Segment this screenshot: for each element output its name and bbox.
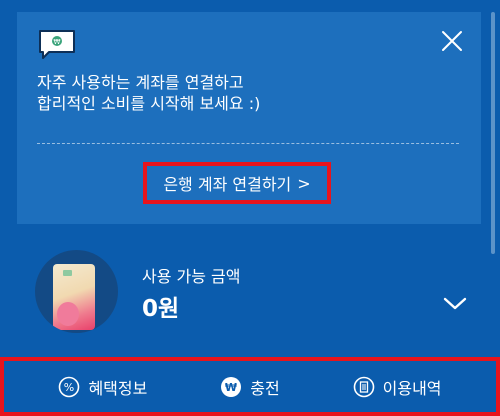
available-balance-amount: 0원 bbox=[142, 296, 180, 322]
card-image bbox=[53, 264, 95, 330]
nav-history-label: 이용내역 bbox=[382, 378, 442, 398]
nav-history[interactable]: 이용내역 bbox=[353, 375, 442, 399]
card-decoration bbox=[57, 302, 79, 326]
nav-charge[interactable]: ₩ 충전 bbox=[220, 375, 280, 399]
won-icon: ₩ bbox=[221, 376, 242, 397]
dashed-divider bbox=[37, 143, 459, 144]
bottom-navigation: % 혜택정보 ₩ 충전 이용내역 bbox=[0, 357, 500, 416]
banner-message-line-2: 합리적인 소비를 시작해 보세요 :) bbox=[37, 94, 261, 113]
nav-benefits-label: 혜택정보 bbox=[88, 378, 148, 398]
banner-message: 자주 사용하는 계좌를 연결하고 합리적인 소비를 시작해 보세요 :) bbox=[37, 72, 260, 114]
chat-bubble-icon: ₩ bbox=[39, 30, 75, 59]
scrollbar[interactable] bbox=[491, 12, 495, 254]
close-icon[interactable] bbox=[441, 30, 463, 52]
connect-bank-account-label: 은행 계좌 연결하기 bbox=[163, 175, 292, 194]
svg-text:₩: ₩ bbox=[225, 381, 237, 394]
banner-message-line-1: 자주 사용하는 계좌를 연결하고 bbox=[37, 73, 244, 92]
svg-text:₩: ₩ bbox=[54, 38, 61, 46]
nav-charge-label: 충전 bbox=[250, 378, 280, 398]
connect-bank-account-button[interactable]: 은행 계좌 연결하기 > bbox=[143, 162, 331, 204]
available-balance-label: 사용 가능 금액 bbox=[142, 267, 241, 286]
receipt-icon bbox=[353, 376, 374, 397]
chevron-right-icon: > bbox=[297, 173, 311, 193]
nav-benefits[interactable]: % 혜택정보 bbox=[58, 375, 147, 399]
svg-text:%: % bbox=[64, 381, 74, 394]
percent-icon: % bbox=[59, 376, 80, 397]
chevron-down-icon[interactable] bbox=[442, 294, 468, 312]
card-chip bbox=[63, 270, 72, 276]
bank-link-banner: ₩ 자주 사용하는 계좌를 연결하고 합리적인 소비를 시작해 보세요 :) 은… bbox=[17, 12, 481, 224]
card-thumbnail bbox=[35, 250, 118, 333]
